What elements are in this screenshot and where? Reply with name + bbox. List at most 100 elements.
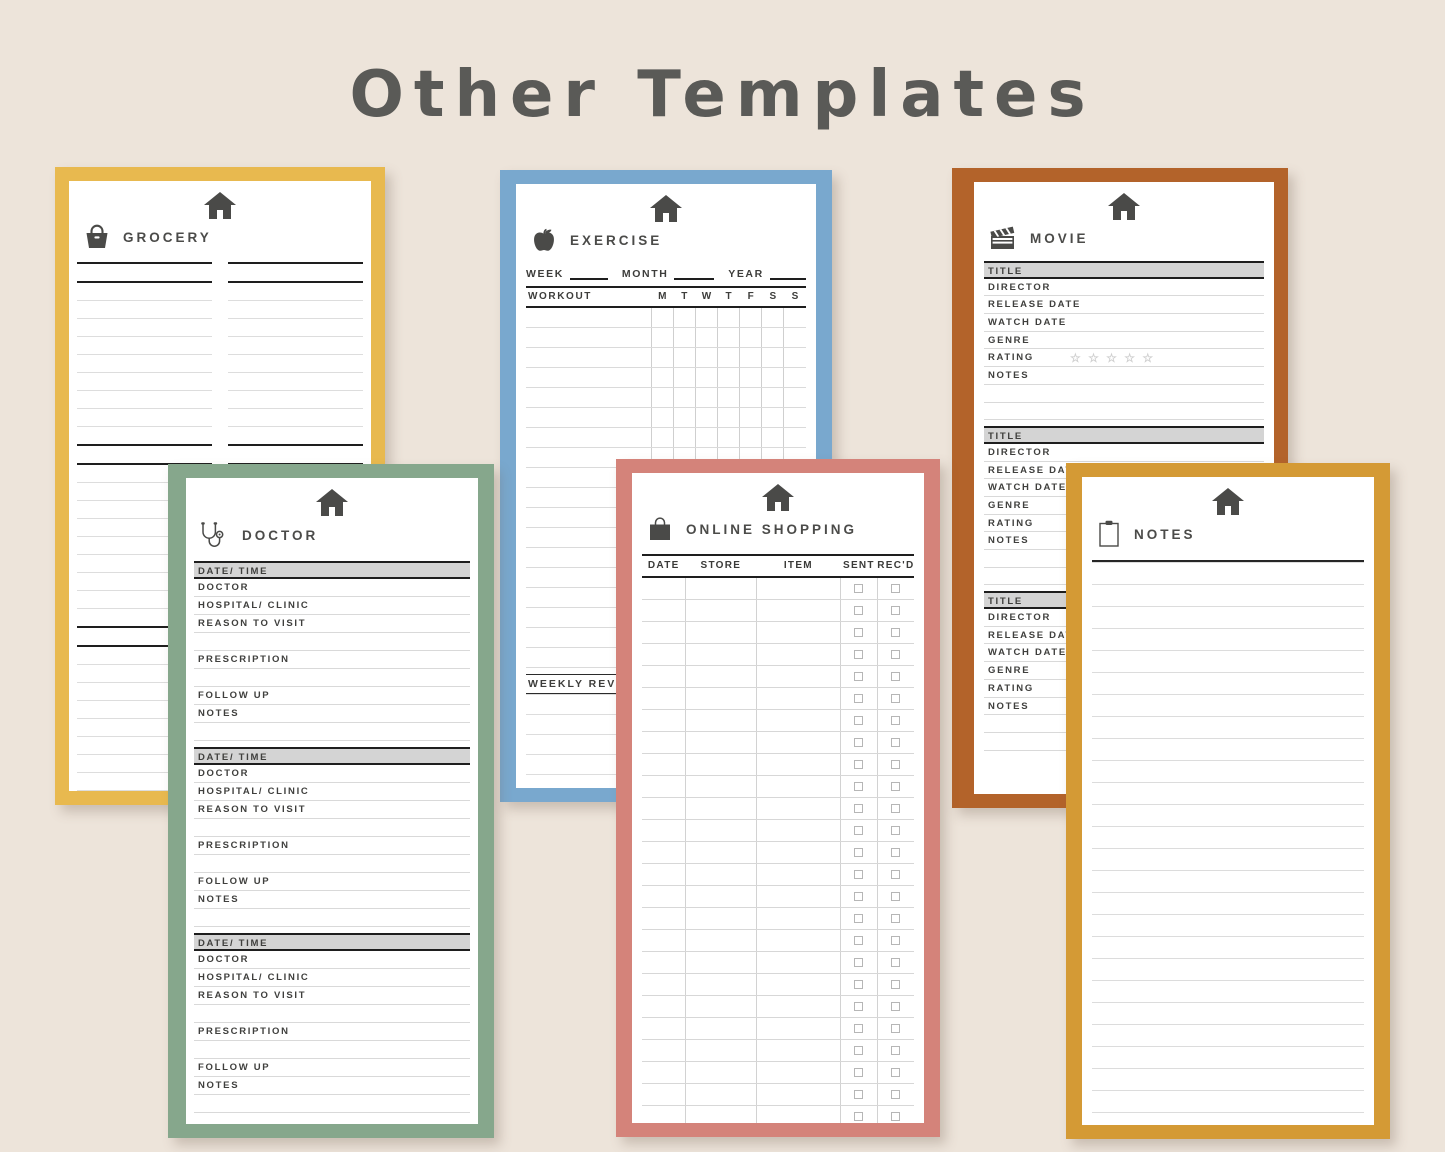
workout-row[interactable] bbox=[526, 427, 806, 448]
shopping-cell[interactable] bbox=[755, 709, 841, 732]
field-row[interactable]: DATE/ TIME bbox=[194, 933, 470, 951]
checkbox[interactable] bbox=[891, 1068, 901, 1077]
field-row[interactable]: PRESCRIPTION bbox=[194, 1023, 470, 1041]
field-row[interactable]: DIRECTOR bbox=[984, 279, 1264, 297]
field-blank-line[interactable] bbox=[194, 1005, 470, 1023]
workout-row[interactable] bbox=[526, 327, 806, 348]
shopping-cell[interactable] bbox=[642, 643, 686, 666]
workout-day-cell[interactable] bbox=[672, 307, 696, 328]
shopping-cell[interactable] bbox=[685, 621, 757, 644]
table-row[interactable] bbox=[642, 1039, 914, 1062]
table-row[interactable] bbox=[642, 687, 914, 710]
grocery-line[interactable] bbox=[228, 318, 363, 336]
workout-day-cell[interactable] bbox=[761, 407, 784, 428]
notes-lines[interactable] bbox=[1092, 562, 1364, 1125]
checkbox[interactable] bbox=[854, 760, 864, 769]
shopping-checkbox-cell[interactable] bbox=[876, 995, 914, 1018]
shopping-cell[interactable] bbox=[685, 1039, 757, 1062]
shopping-cell[interactable] bbox=[642, 819, 686, 842]
notes-line[interactable] bbox=[1092, 1112, 1364, 1125]
field-blank-line[interactable] bbox=[194, 633, 470, 651]
grocery-line[interactable] bbox=[228, 300, 363, 318]
shopping-checkbox-cell[interactable] bbox=[876, 687, 914, 710]
field-row[interactable]: DATE/ TIME bbox=[194, 747, 470, 765]
notes-line[interactable] bbox=[1092, 716, 1364, 738]
checkbox[interactable] bbox=[854, 1112, 864, 1121]
template-card-doctor[interactable]: DOCTOR DATE/ TIME DOCTOR HOSPITAL/ CLINIC R… bbox=[168, 464, 494, 1138]
checkbox[interactable] bbox=[891, 980, 901, 989]
shopping-checkbox-cell[interactable] bbox=[876, 1083, 914, 1106]
shopping-cell[interactable] bbox=[642, 1105, 686, 1123]
shopping-cell[interactable] bbox=[755, 797, 841, 820]
shopping-checkbox-cell[interactable] bbox=[840, 863, 878, 886]
field-row[interactable]: DIRECTOR bbox=[984, 444, 1264, 462]
workout-day-cell[interactable] bbox=[694, 407, 718, 428]
checkbox[interactable] bbox=[891, 1112, 901, 1121]
notes-line[interactable] bbox=[1092, 1002, 1364, 1024]
grocery-line[interactable] bbox=[77, 408, 212, 426]
table-row[interactable] bbox=[642, 885, 914, 908]
notes-line[interactable] bbox=[1092, 782, 1364, 804]
shopping-cell[interactable] bbox=[685, 577, 757, 600]
grocery-line[interactable] bbox=[228, 354, 363, 372]
workout-day-cell[interactable] bbox=[650, 307, 674, 328]
checkbox[interactable] bbox=[891, 936, 901, 945]
checkbox[interactable] bbox=[891, 584, 901, 593]
shopping-cell[interactable] bbox=[685, 709, 757, 732]
workout-name-cell[interactable] bbox=[526, 427, 652, 448]
field-row[interactable]: REASON TO VISIT bbox=[194, 615, 470, 633]
shopping-cell[interactable] bbox=[755, 1039, 841, 1062]
shopping-cell[interactable] bbox=[642, 665, 686, 688]
field-row[interactable]: FOLLOW UP bbox=[194, 687, 470, 705]
checkbox[interactable] bbox=[854, 606, 864, 615]
shopping-checkbox-cell[interactable] bbox=[840, 753, 878, 776]
field-row[interactable]: RELEASE DATE bbox=[984, 296, 1264, 315]
grocery-line[interactable] bbox=[228, 426, 363, 444]
grocery-line[interactable] bbox=[77, 336, 212, 354]
checkbox[interactable] bbox=[854, 716, 864, 725]
field-row[interactable]: DOCTOR bbox=[194, 951, 470, 969]
shopping-cell[interactable] bbox=[755, 841, 841, 864]
checkbox[interactable] bbox=[891, 606, 901, 615]
field-row[interactable]: NOTES bbox=[194, 705, 470, 723]
shopping-checkbox-cell[interactable] bbox=[840, 775, 878, 798]
checkbox[interactable] bbox=[854, 980, 864, 989]
shopping-cell[interactable] bbox=[642, 907, 686, 930]
checkbox[interactable] bbox=[854, 848, 864, 857]
workout-day-cell[interactable] bbox=[717, 387, 740, 408]
shopping-cell[interactable] bbox=[755, 1061, 841, 1084]
shopping-checkbox-cell[interactable] bbox=[876, 819, 914, 842]
shopping-cell[interactable] bbox=[642, 1039, 686, 1062]
notes-line[interactable] bbox=[1092, 672, 1364, 694]
field-row[interactable]: DOCTOR bbox=[194, 765, 470, 783]
table-row[interactable] bbox=[642, 951, 914, 974]
field-row[interactable]: PRESCRIPTION bbox=[194, 837, 470, 855]
shopping-cell[interactable] bbox=[642, 753, 686, 776]
table-row[interactable] bbox=[642, 929, 914, 952]
checkbox[interactable] bbox=[854, 826, 864, 835]
shopping-cell[interactable] bbox=[642, 929, 686, 952]
workout-name-cell[interactable] bbox=[526, 327, 652, 348]
shopping-checkbox-cell[interactable] bbox=[876, 1105, 914, 1123]
checkbox[interactable] bbox=[891, 760, 901, 769]
field-row[interactable]: NOTES bbox=[194, 891, 470, 909]
shopping-checkbox-cell[interactable] bbox=[840, 1017, 878, 1040]
workout-day-cell[interactable] bbox=[694, 327, 718, 348]
checkbox[interactable] bbox=[854, 738, 864, 747]
workout-day-cell[interactable] bbox=[650, 407, 674, 428]
checkbox[interactable] bbox=[891, 914, 901, 923]
grocery-line[interactable] bbox=[77, 444, 212, 463]
shopping-cell[interactable] bbox=[642, 995, 686, 1018]
shopping-cell[interactable] bbox=[642, 951, 686, 974]
doctor-visit-section[interactable]: DATE/ TIME DOCTOR HOSPITAL/ CLINIC REASON T… bbox=[194, 933, 470, 1113]
field-row[interactable]: HOSPITAL/ CLINIC bbox=[194, 969, 470, 987]
workout-day-cell[interactable] bbox=[783, 347, 806, 368]
notes-line[interactable] bbox=[1092, 980, 1364, 1002]
field-blank-line[interactable] bbox=[194, 1095, 470, 1113]
checkbox[interactable] bbox=[854, 1068, 864, 1077]
table-row[interactable] bbox=[642, 753, 914, 776]
table-row[interactable] bbox=[642, 621, 914, 644]
notes-line[interactable] bbox=[1092, 1090, 1364, 1112]
shopping-cell[interactable] bbox=[685, 885, 757, 908]
workout-day-cell[interactable] bbox=[694, 347, 718, 368]
